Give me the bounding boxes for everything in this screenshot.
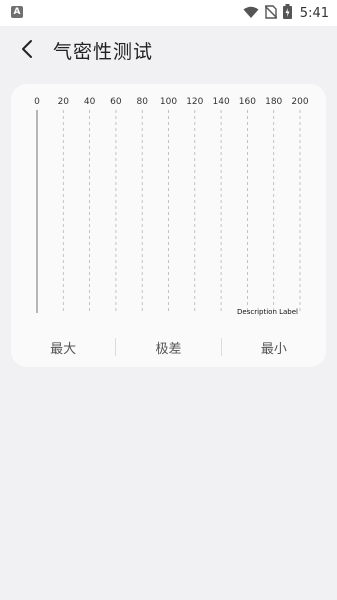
x-tick-label: 200 [291,97,308,107]
description-label: Description Label [237,308,298,316]
app-header: 气密性测试 [0,26,337,74]
x-tick-label: 20 [58,97,70,107]
x-tick-label: 140 [213,97,230,107]
stats-row: 最大 极差 最小 [11,331,326,363]
chart-svg: 0 20 40 60 80 100 120 140 160 180 200 Description L… [34,97,309,316]
status-bar: A 5:41 [0,0,337,26]
chart-area: 0 20 40 60 80 100 120 140 160 180 200 Description L… [11,95,321,325]
battery-charging-icon [282,3,292,23]
app-notification-icon: A [11,6,23,18]
stat-min[interactable]: 最小 [222,338,326,357]
clock: 5:41 [299,5,329,21]
x-tick-label: 160 [239,97,256,107]
x-tick-label: 120 [186,97,203,107]
x-tick-label: 180 [265,97,282,107]
x-tick-label: 60 [110,97,122,107]
chevron-left-icon [22,40,32,58]
stat-max[interactable]: 最大 [11,338,115,357]
x-tick-label: 100 [160,97,177,107]
status-icons: 5:41 [237,3,329,23]
page-title: 气密性测试 [53,41,154,63]
x-tick-label: 0 [34,97,40,107]
wifi-icon [243,4,259,23]
stat-range[interactable]: 极差 [116,338,220,357]
x-tick-label: 80 [136,97,148,107]
x-tick-label: 40 [84,97,96,107]
no-sim-icon [264,4,278,23]
back-button[interactable] [14,36,40,62]
